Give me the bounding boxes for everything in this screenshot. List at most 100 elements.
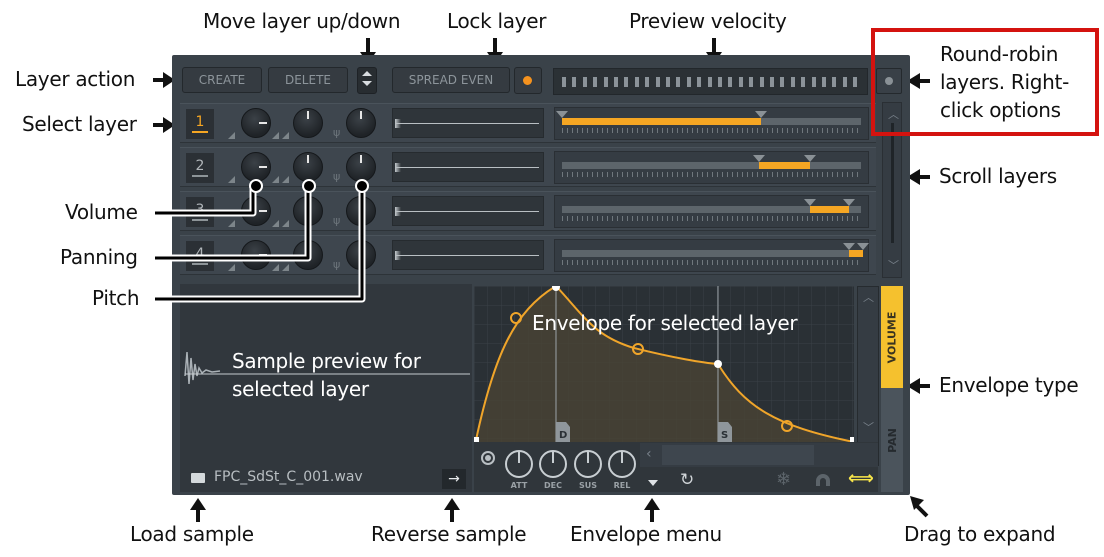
panning-knob[interactable] <box>293 196 323 226</box>
layer-waveform[interactable] <box>392 152 544 182</box>
sample-file-name[interactable]: FPC_SdSt_C_001.wav <box>214 469 363 485</box>
select-layer-button[interactable]: 1 <box>186 109 214 139</box>
scroll-thumb[interactable] <box>891 123 894 243</box>
layer-waveform[interactable] <box>392 108 544 138</box>
tab-volume[interactable]: VOLUME <box>881 286 903 388</box>
tuning-fork-icon: ψ <box>333 170 341 183</box>
select-layer-button[interactable]: 2 <box>186 153 214 183</box>
select-layer-button[interactable]: 4 <box>186 241 214 271</box>
velocity-tick <box>728 77 733 87</box>
volume-knob[interactable] <box>241 108 271 138</box>
tab-pan[interactable]: PAN <box>881 388 903 492</box>
envelope-graph[interactable]: D S <box>474 286 854 442</box>
pan-left-icon <box>272 176 279 183</box>
highlight-box <box>871 28 1099 136</box>
annotation-load-sample: Load sample <box>130 522 254 546</box>
pitch-knob[interactable] <box>346 196 376 226</box>
delete-button[interactable]: DELETE <box>268 67 348 93</box>
velocity-range-fill <box>810 206 850 213</box>
folder-icon[interactable] <box>191 473 205 483</box>
volume-knob[interactable] <box>241 240 271 270</box>
scroll-up-icon[interactable]: ︿ <box>863 289 874 305</box>
layer-row[interactable]: 1 ψ <box>180 103 876 143</box>
annotation-reverse-sample: Reverse sample <box>371 522 527 546</box>
velocity-range[interactable] <box>554 107 869 140</box>
layer-waveform[interactable] <box>392 240 544 270</box>
panning-knob[interactable] <box>293 240 323 270</box>
arrow-up-icon[interactable] <box>362 71 372 76</box>
layer-waveform[interactable] <box>392 196 544 226</box>
reverse-sample-button[interactable]: → <box>442 469 466 489</box>
scroll-thumb[interactable] <box>662 445 814 465</box>
velocity-range-end-handle[interactable] <box>754 111 767 118</box>
velocity-range[interactable] <box>554 239 869 272</box>
release-label: REL <box>613 481 631 490</box>
velocity-range-track <box>562 250 861 257</box>
attack-label: ATT <box>510 481 528 490</box>
envelope-point[interactable] <box>714 360 722 368</box>
envelope-horizontal-scrollbar[interactable]: ‹ <box>640 443 878 467</box>
volume-knob[interactable] <box>241 196 271 226</box>
scroll-down-icon[interactable]: ﹀ <box>888 257 899 273</box>
release-knob[interactable] <box>608 450 636 478</box>
velocity-tick <box>655 77 660 87</box>
lock-layer-toggle[interactable] <box>514 67 542 94</box>
velocity-tick <box>666 77 670 87</box>
layer-row[interactable]: 2 ψ <box>180 147 876 187</box>
sample-preview: Sample preview for selected layer FPC_Sd… <box>180 284 472 492</box>
velocity-tick <box>676 77 681 87</box>
spread-even-button[interactable]: SPREAD EVEN <box>392 67 510 93</box>
move-layer-button[interactable] <box>357 67 377 94</box>
expand-icon[interactable]: ⟺ <box>848 468 874 489</box>
pan-left-icon <box>272 220 279 227</box>
decay-label: DEC <box>544 481 562 490</box>
scroll-left-icon[interactable]: ‹ <box>646 446 652 462</box>
velocity-range-end-handle[interactable] <box>843 199 856 206</box>
velocity-range[interactable] <box>554 151 869 184</box>
layer-row[interactable]: 4 ψ <box>180 235 876 275</box>
reset-icon[interactable]: ↻ <box>680 470 694 490</box>
snap-magnet-icon[interactable] <box>816 474 830 486</box>
decay-marker-label: D <box>559 430 567 441</box>
pitch-knob[interactable] <box>346 152 376 182</box>
select-layer-button[interactable]: 3 <box>186 197 214 227</box>
decay-knob[interactable] <box>539 450 567 478</box>
volume-min-icon <box>228 132 235 139</box>
envelope-enable-toggle[interactable] <box>481 451 495 465</box>
velocity-range-end-handle[interactable] <box>857 243 869 250</box>
preview-velocity-bar[interactable] <box>553 68 868 95</box>
create-button[interactable]: CREATE <box>182 67 262 93</box>
envelope-vertical-scrollbar[interactable]: ︿ ﹀ › <box>857 286 879 466</box>
envelope-editor[interactable]: D S Envelope for selected layer <box>474 286 854 442</box>
velocity-tick <box>562 77 566 87</box>
scroll-down-icon[interactable]: ﹀ <box>863 419 874 435</box>
velocity-range-start-handle[interactable] <box>843 243 856 250</box>
arrow-down-icon[interactable] <box>362 81 372 86</box>
velocity-range-start-handle[interactable] <box>556 111 568 118</box>
velocity-range-ticks <box>562 128 861 133</box>
velocity-range[interactable] <box>554 195 869 228</box>
annotation-select-layer: Select layer <box>22 112 137 136</box>
velocity-range-ticks <box>562 216 861 221</box>
pitch-knob[interactable] <box>346 108 376 138</box>
velocity-range-start-handle[interactable] <box>753 155 766 162</box>
velocity-range-fill <box>759 162 811 169</box>
volume-min-icon <box>228 264 235 271</box>
velocity-range-end-handle[interactable] <box>804 155 817 162</box>
velocity-range-track <box>562 162 861 169</box>
velocity-tick <box>790 77 795 87</box>
panning-knob[interactable] <box>293 108 323 138</box>
freeze-icon[interactable]: ❄ <box>776 469 791 490</box>
envelope-menu-icon[interactable] <box>648 480 658 486</box>
pitch-knob[interactable] <box>346 240 376 270</box>
annotation-layer-action: Layer action <box>15 67 136 91</box>
volume-min-icon <box>228 220 235 227</box>
sustain-knob[interactable] <box>574 450 602 478</box>
layer-row[interactable]: 3 ψ <box>180 191 876 231</box>
volume-knob[interactable] <box>241 152 271 182</box>
velocity-tick <box>582 77 587 87</box>
panning-knob[interactable] <box>293 152 323 182</box>
attack-knob[interactable] <box>505 450 533 478</box>
velocity-tick <box>842 77 847 87</box>
velocity-range-start-handle[interactable] <box>804 199 817 206</box>
